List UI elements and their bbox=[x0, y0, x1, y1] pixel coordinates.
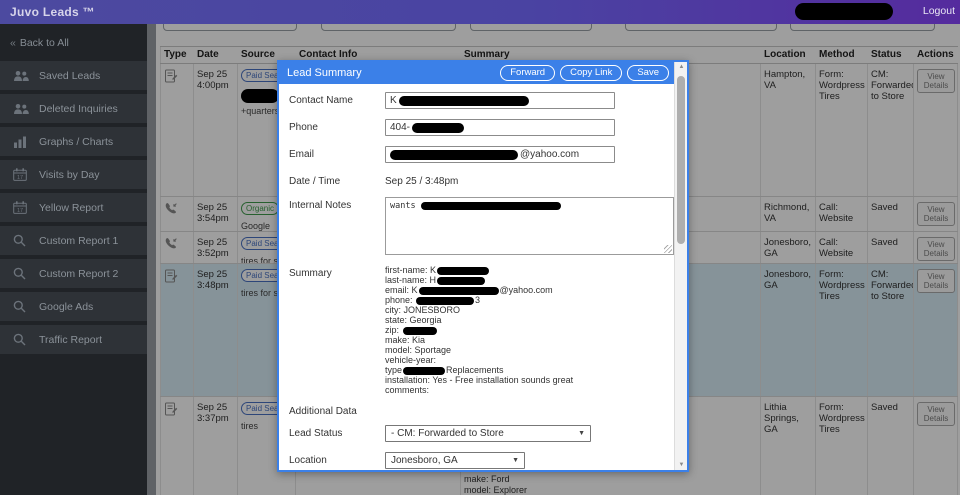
search-icon bbox=[13, 300, 30, 313]
bar-chart-icon bbox=[13, 136, 30, 148]
search-icon bbox=[13, 333, 30, 346]
location-select[interactable]: Jonesboro, GA ▼ bbox=[385, 452, 525, 469]
redacted-text bbox=[437, 276, 486, 285]
email-input[interactable]: @yahoo.com bbox=[385, 146, 615, 163]
search-icon bbox=[13, 267, 30, 280]
svg-text:17: 17 bbox=[17, 175, 23, 181]
resize-grip-icon[interactable] bbox=[664, 245, 672, 253]
sidebar-item-google-ads[interactable]: Google Ads bbox=[0, 292, 156, 321]
sidebar-item-traffic-report[interactable]: Traffic Report bbox=[0, 325, 156, 354]
sidebar-item-label: Deleted Inquiries bbox=[39, 102, 118, 115]
redacted-text bbox=[390, 149, 518, 160]
chevron-down-icon: ▼ bbox=[578, 430, 585, 437]
sidebar-scrollbar[interactable] bbox=[147, 24, 156, 495]
app-title: Juvo Leads ™ bbox=[10, 5, 95, 19]
sidebar-item-label: Saved Leads bbox=[39, 69, 101, 82]
users-icon bbox=[13, 70, 30, 82]
redacted-text bbox=[402, 326, 437, 335]
phone-input[interactable]: 404- bbox=[385, 119, 615, 136]
forward-button[interactable]: Forward bbox=[500, 65, 556, 81]
modal-title: Lead Summary bbox=[287, 67, 362, 79]
redacted-account-name bbox=[795, 3, 893, 20]
date-time-value: Sep 25 / 3:48pm bbox=[385, 176, 459, 187]
lead-status-select[interactable]: - CM: Forwarded to Store ▼ bbox=[385, 425, 591, 442]
scrollbar-thumb[interactable] bbox=[677, 76, 685, 244]
modal-body: Contact Name K Phone 404- Email @yahoo.c… bbox=[279, 84, 674, 470]
sidebar-item-label: Custom Report 1 bbox=[39, 234, 119, 247]
modal-scrollbar[interactable]: ▲ ▼ bbox=[674, 62, 687, 470]
redacted-text bbox=[403, 366, 446, 375]
date-time-label: Date / Time bbox=[289, 176, 341, 187]
sidebar: «Back to All Saved Leads Deleted Inquiri… bbox=[0, 24, 156, 495]
calendar-icon: 17 bbox=[13, 201, 30, 214]
chevron-down-icon: ▼ bbox=[512, 457, 519, 464]
contact-name-label: Contact Name bbox=[289, 95, 353, 106]
sidebar-item-saved-leads[interactable]: Saved Leads bbox=[0, 61, 156, 90]
users-icon bbox=[13, 103, 30, 115]
back-to-all-link[interactable]: «Back to All bbox=[10, 37, 156, 49]
redacted-text bbox=[418, 286, 499, 295]
back-chevron-icon: « bbox=[10, 37, 16, 49]
svg-text:17: 17 bbox=[17, 208, 23, 214]
redacted-text bbox=[398, 95, 529, 106]
scroll-down-icon[interactable]: ▼ bbox=[675, 462, 688, 468]
save-button[interactable]: Save bbox=[627, 65, 669, 81]
sidebar-item-yellow-report[interactable]: 17 Yellow Report bbox=[0, 193, 156, 222]
copy-link-button[interactable]: Copy Link bbox=[560, 65, 623, 81]
sidebar-item-graphs-charts[interactable]: Graphs / Charts bbox=[0, 127, 156, 156]
redacted-text bbox=[437, 266, 490, 275]
redacted-text bbox=[412, 122, 465, 133]
additional-data-label: Additional Data bbox=[289, 406, 357, 417]
phone-label: Phone bbox=[289, 122, 318, 133]
sidebar-item-custom-report-1[interactable]: Custom Report 1 bbox=[0, 226, 156, 255]
sidebar-item-deleted-inquiries[interactable]: Deleted Inquiries bbox=[0, 94, 156, 123]
contact-name-input[interactable]: K bbox=[385, 92, 615, 109]
logout-link[interactable]: Logout bbox=[923, 5, 955, 17]
calendar-icon: 17 bbox=[13, 168, 30, 181]
scroll-up-icon[interactable]: ▲ bbox=[675, 64, 688, 70]
email-label: Email bbox=[289, 149, 315, 160]
sidebar-item-label: Traffic Report bbox=[39, 333, 103, 346]
internal-notes-label: Internal Notes bbox=[289, 200, 352, 211]
search-icon bbox=[13, 234, 30, 247]
sidebar-item-label: Visits by Day bbox=[39, 168, 100, 181]
modal-header: Lead Summary Forward Copy Link Save bbox=[279, 62, 687, 84]
sidebar-item-label: Custom Report 2 bbox=[39, 267, 119, 280]
redacted-text bbox=[420, 201, 561, 210]
lead-status-label: Lead Status bbox=[289, 428, 343, 439]
sidebar-item-label: Google Ads bbox=[39, 300, 94, 313]
summary-label: Summary bbox=[289, 268, 332, 279]
internal-notes-textarea[interactable]: wants bbox=[385, 197, 674, 255]
location-label: Location bbox=[289, 455, 327, 466]
sidebar-item-visits-by-day[interactable]: 17 Visits by Day bbox=[0, 160, 156, 189]
sidebar-item-label: Yellow Report bbox=[39, 201, 104, 214]
summary-text: first-name: K last-name: H email: K @yaho… bbox=[385, 265, 574, 395]
sidebar-item-custom-report-2[interactable]: Custom Report 2 bbox=[0, 259, 156, 288]
top-bar: Juvo Leads ™ Logout bbox=[0, 0, 960, 24]
sidebar-item-label: Graphs / Charts bbox=[39, 135, 114, 148]
lead-summary-modal: Lead Summary Forward Copy Link Save Cont… bbox=[277, 60, 689, 472]
redacted-text bbox=[416, 296, 475, 305]
